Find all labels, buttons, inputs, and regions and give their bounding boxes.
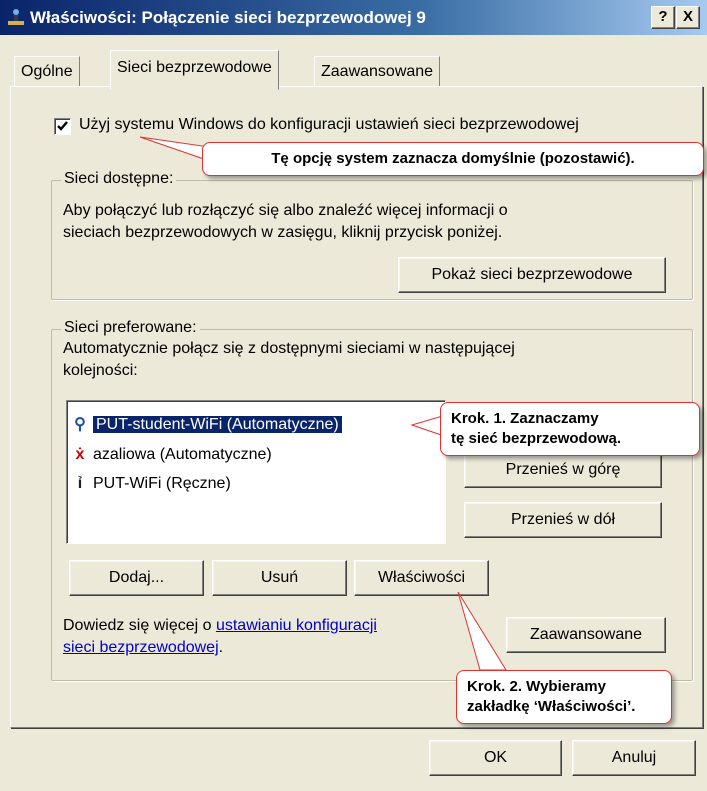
callout-step2-line2: zakładkę ‘Właściwości’.	[467, 698, 636, 715]
callout-default-text: Tę opcję system zaznacza domyślnie (pozo…	[271, 150, 635, 167]
callout-step-1: Krok. 1. Zaznaczamy tę sieć bezprzewodow…	[440, 402, 700, 456]
callout-step2-line1: Krok. 2. Wybieramy	[467, 678, 606, 695]
callout-step1-line1: Krok. 1. Zaznaczamy	[451, 410, 599, 427]
callout-default-option: Tę opcję system zaznacza domyślnie (pozo…	[202, 142, 704, 176]
callout-step-2: Krok. 2. Wybieramy zakładkę ‘Właściwości…	[456, 670, 672, 724]
callout-step1-line2: tę sieć bezprzewodową.	[451, 430, 622, 447]
